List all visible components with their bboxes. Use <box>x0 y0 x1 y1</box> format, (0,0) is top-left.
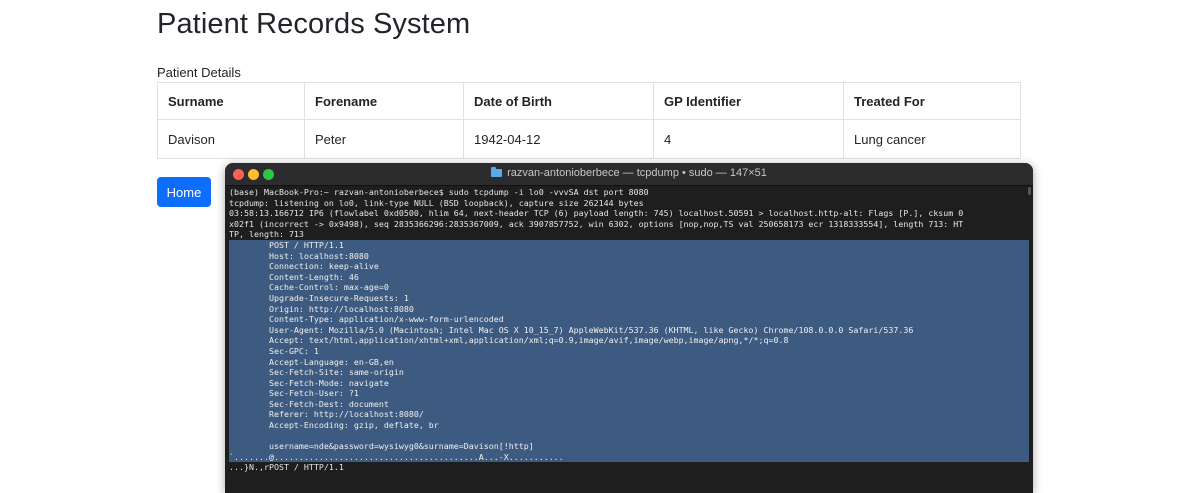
terminal-line: Sec-Fetch-User: ?1 <box>229 388 359 399</box>
terminal-line: TP, length: 713 <box>229 229 304 240</box>
terminal-line: Accept: text/html,application/xhtml+xml,… <box>229 335 789 346</box>
output-before: (base) MacBook-Pro:~ razvan-antonioberbe… <box>229 187 1029 240</box>
terminal-line: Accept-Language: en-GB,en <box>229 356 394 367</box>
table-caption: Patient Details <box>157 65 241 80</box>
terminal-line: POST / HTTP/1.1 <box>229 239 344 250</box>
home-button[interactable]: Home <box>157 177 211 207</box>
terminal-line: 03:58:13.166712 IP6 (flowlabel 0xd0500, … <box>229 208 964 219</box>
header-forename: Forename <box>304 82 464 120</box>
terminal-line: Accept-Encoding: gzip, deflate, br <box>229 420 439 431</box>
terminal-line: Host: localhost:8080 <box>229 250 369 261</box>
terminal-line: Referer: http://localhost:8080/ <box>229 409 424 420</box>
terminal-line: `.......@...............................… <box>229 451 564 462</box>
terminal-line: username=nde&password=wysiwyg0&surname=D… <box>229 441 534 452</box>
folder-icon <box>491 167 503 177</box>
terminal-line: Upgrade-Insecure-Requests: 1 <box>229 292 409 303</box>
cell-gp-identifier: 4 <box>653 119 844 159</box>
page-title: Patient Records System <box>157 8 471 40</box>
terminal-line: Sec-Fetch-Dest: document <box>229 398 389 409</box>
cell-forename: Peter <box>304 119 464 159</box>
terminal-line: (base) MacBook-Pro:~ razvan-antonioberbe… <box>229 187 649 197</box>
selected-text-block: POST / HTTP/1.1 Host: localhost:8080 Con… <box>229 239 1029 463</box>
terminal-line: Content-Length: 46 <box>229 271 359 282</box>
header-surname: Surname <box>157 82 305 120</box>
terminal-line: ...}N.,rPOST / HTTP/1.1 <box>229 462 344 473</box>
terminal-line: x02f1 (incorrect -> 0x9498), seq 2835366… <box>229 218 964 229</box>
table-header-row: Surname Forename Date of Birth GP Identi… <box>157 82 1021 120</box>
terminal-line: Origin: http://localhost:8080 <box>229 303 414 314</box>
terminal-line: User-Agent: Mozilla/5.0 (Macintosh; Inte… <box>229 324 914 335</box>
terminal-line: Content-Type: application/x-www-form-url… <box>229 314 504 325</box>
terminal-titlebar[interactable]: razvan-antonioberbece — tcpdump • sudo —… <box>225 163 1033 186</box>
terminal-line: Connection: keep-alive <box>229 261 379 272</box>
terminal-line: Sec-GPC: 1 <box>229 345 319 356</box>
terminal-title-text: razvan-antonioberbece — tcpdump • sudo —… <box>507 167 767 179</box>
cell-surname: Davison <box>157 119 305 159</box>
output-after: ...}N.,rPOST / HTTP/1.1 <box>229 462 1029 473</box>
cell-date-of-birth: 1942-04-12 <box>463 119 654 159</box>
table-row: Davison Peter 1942-04-12 4 Lung cancer <box>157 119 1021 159</box>
terminal-line: Sec-Fetch-Site: same-origin <box>229 367 404 378</box>
terminal-title: razvan-antonioberbece — tcpdump • sudo —… <box>225 167 1033 179</box>
terminal-line: tcpdump: listening on lo0, link-type NUL… <box>229 197 644 208</box>
header-date-of-birth: Date of Birth <box>463 82 654 120</box>
terminal-window[interactable]: razvan-antonioberbece — tcpdump • sudo —… <box>225 163 1033 493</box>
terminal-line: Sec-Fetch-Mode: navigate <box>229 377 389 388</box>
cell-treated-for: Lung cancer <box>843 119 1021 159</box>
terminal-output[interactable]: (base) MacBook-Pro:~ razvan-antonioberbe… <box>225 186 1033 473</box>
header-treated-for: Treated For <box>843 82 1021 120</box>
patient-table: Surname Forename Date of Birth GP Identi… <box>157 82 1021 159</box>
terminal-line: Cache-Control: max-age=0 <box>229 282 389 293</box>
header-gp-identifier: GP Identifier <box>653 82 844 120</box>
